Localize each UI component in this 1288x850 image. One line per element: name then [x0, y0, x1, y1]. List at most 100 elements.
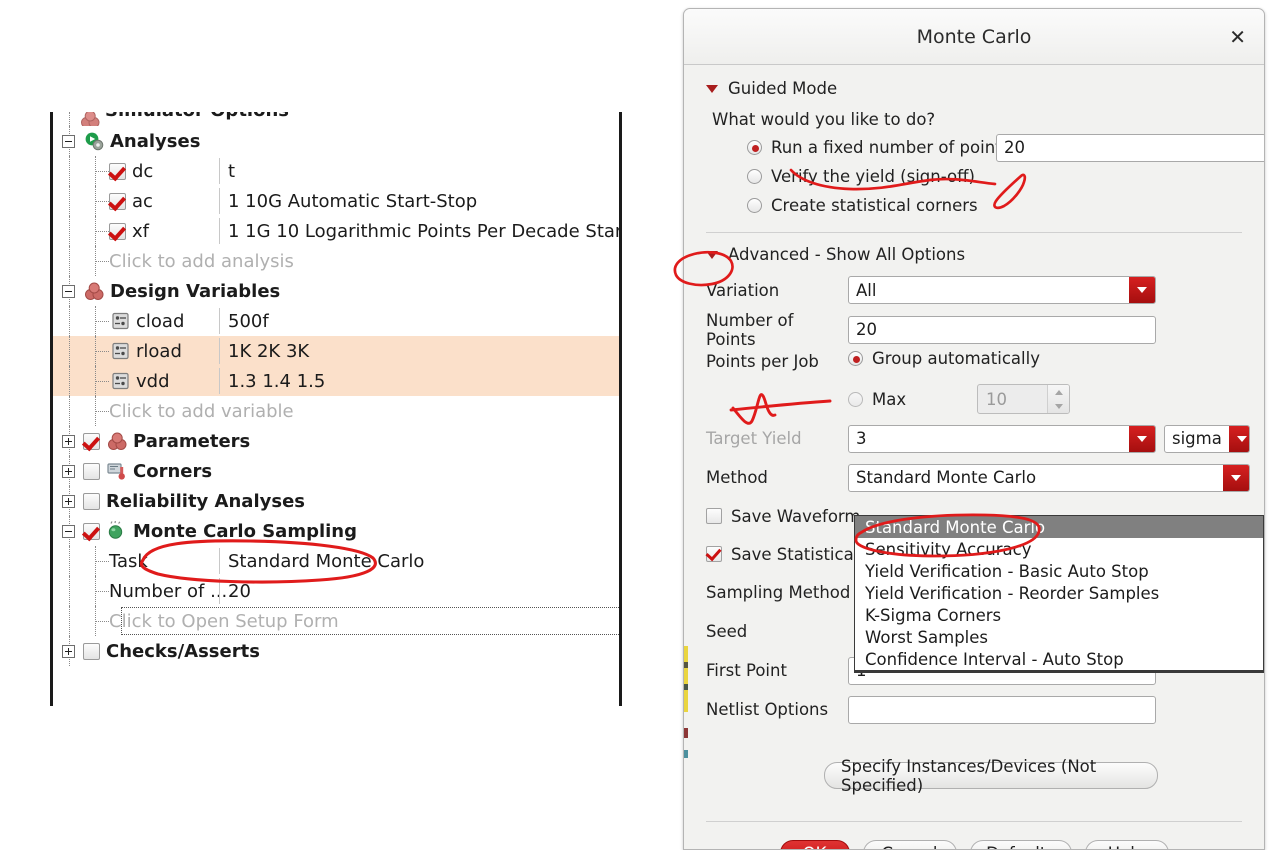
- tree-row-value: 1K 2K 3K: [228, 340, 310, 362]
- radio-icon[interactable]: [747, 169, 762, 184]
- tree-row[interactable]: Task Standard Monte Carlo: [53, 546, 619, 576]
- guided-mode-label: Guided Mode: [728, 79, 838, 98]
- radio-icon[interactable]: [848, 391, 863, 407]
- tree-row-label: Click to add variable: [109, 400, 294, 422]
- stepper-down-icon[interactable]: [1054, 403, 1063, 409]
- save-waveforms-checkbox[interactable]: [706, 508, 722, 524]
- chevron-down-icon[interactable]: [1129, 277, 1155, 303]
- tree-row-label: cload: [136, 310, 185, 332]
- method-option[interactable]: Worst Samples: [855, 626, 1263, 648]
- ok-button[interactable]: OK: [779, 840, 850, 849]
- caret-down-icon[interactable]: [706, 250, 718, 259]
- max-points-stepper[interactable]: 10: [977, 384, 1070, 414]
- column-separator: [219, 188, 220, 214]
- tree-row[interactable]: Corners: [53, 456, 619, 486]
- tree-row[interactable]: xf 1 1G 10 Logarithmic Points Per Decade …: [53, 216, 619, 246]
- tree-row[interactable]: Analyses: [53, 126, 619, 156]
- expand-icon[interactable]: [62, 464, 75, 478]
- tree-row[interactable]: Number of ... 20: [53, 576, 619, 606]
- tree-row[interactable]: Design Variables: [53, 276, 619, 306]
- method-option[interactable]: Yield Verification - Reorder Samples: [855, 582, 1263, 604]
- expand-icon[interactable]: [62, 434, 75, 448]
- caret-down-icon[interactable]: [706, 84, 718, 93]
- guided-mode-section-header[interactable]: Guided Mode: [684, 65, 1264, 104]
- radio-run-fixed-points[interactable]: Run a fixed number of points 20: [684, 133, 1264, 162]
- netlist-options-input[interactable]: [848, 695, 1156, 724]
- tree-row[interactable]: cload 500f: [53, 306, 619, 336]
- max-label: Max: [872, 389, 907, 409]
- sampling-method-label: Sampling Method: [706, 583, 851, 602]
- monte-carlo-dialog[interactable]: Monte Carlo ✕ Guided Mode What would you…: [683, 8, 1265, 850]
- tree-row-checkbox[interactable]: [83, 522, 100, 540]
- method-option[interactable]: Sensitivity Accuracy: [855, 538, 1263, 560]
- tree-row-checkbox[interactable]: [109, 192, 126, 210]
- tree-row-label: Checks/Asserts: [106, 640, 260, 662]
- radio-icon[interactable]: [747, 140, 762, 155]
- radio-verify-yield[interactable]: Verify the yield (sign-off): [684, 162, 1264, 191]
- tree-row[interactable]: Click to add variable: [53, 396, 619, 426]
- tree-row-label: Simulator Options: [105, 112, 289, 121]
- target-yield-row: Target Yield 3 sigma: [684, 419, 1264, 458]
- save-statistical-checkbox[interactable]: [706, 546, 722, 562]
- tree-row[interactable]: ac 1 10G Automatic Start-Stop: [53, 186, 619, 216]
- tree-row[interactable]: Reliability Analyses: [53, 486, 619, 516]
- chevron-down-icon[interactable]: [1228, 425, 1249, 452]
- tree-row[interactable]: Monte Carlo Sampling: [53, 516, 619, 546]
- chevron-down-icon[interactable]: [1223, 464, 1249, 491]
- tree-row[interactable]: rload 1K 2K 3K: [53, 336, 619, 366]
- collapse-icon[interactable]: [62, 284, 75, 298]
- method-option[interactable]: Standard Monte Carlo: [855, 516, 1263, 538]
- tree-row-checkbox[interactable]: [83, 492, 100, 510]
- max-points-value: 10: [986, 389, 1007, 409]
- tree-row-checkbox[interactable]: [109, 222, 126, 240]
- radio-icon[interactable]: [747, 198, 762, 213]
- tree-row-value: Standard Monte Carlo: [228, 550, 425, 572]
- variable-item-icon: [109, 341, 131, 361]
- expand-icon[interactable]: [62, 644, 75, 658]
- tree-row-checkbox[interactable]: [83, 432, 100, 450]
- tree-row-clipped[interactable]: Simulator Options: [53, 112, 619, 126]
- guided-question: What would you like to do?: [712, 110, 936, 129]
- analysis-tree-panel[interactable]: Simulator Options Analyses dc t ac 1 10G Auto…: [50, 112, 622, 706]
- specify-instances-button[interactable]: Specify Instances/Devices (Not Specified…: [824, 757, 1158, 795]
- tree-row[interactable]: Click to add analysis: [53, 246, 619, 276]
- target-yield-select[interactable]: 3: [848, 424, 1156, 453]
- tree-row[interactable]: dc t: [53, 156, 619, 186]
- stepper-buttons[interactable]: [1047, 385, 1069, 413]
- method-option[interactable]: Yield Verification - Basic Auto Stop: [855, 560, 1263, 582]
- method-option[interactable]: K-Sigma Corners: [855, 604, 1263, 626]
- target-yield-unit-select[interactable]: sigma: [1164, 424, 1250, 453]
- cancel-button[interactable]: Cancel: [862, 840, 957, 849]
- radio-label: Create statistical corners: [771, 196, 978, 215]
- radio-create-statistical-corners[interactable]: Create statistical corners: [684, 191, 1264, 220]
- close-icon[interactable]: ✕: [1229, 27, 1246, 47]
- expand-icon[interactable]: [62, 494, 75, 508]
- tree-row-label: xf: [132, 220, 149, 242]
- tree-row-checkbox[interactable]: [83, 642, 100, 660]
- variation-select[interactable]: All: [848, 276, 1156, 304]
- tree-row-label: Parameters: [133, 430, 251, 452]
- montecarlo-icon: [106, 521, 128, 541]
- fixed-points-input[interactable]: 20: [996, 133, 1264, 162]
- tree-row[interactable]: vdd 1.3 1.4 1.5: [53, 366, 619, 396]
- defaults-button[interactable]: Defaults: [969, 840, 1072, 849]
- advanced-section-header[interactable]: Advanced - Show All Options: [684, 233, 1264, 270]
- method-option[interactable]: Confidence Interval - Auto Stop: [855, 648, 1263, 670]
- method-dropdown-list[interactable]: Standard Monte Carlo Sensitivity Accuracy…: [854, 515, 1264, 673]
- target-yield-value: 3: [856, 429, 867, 448]
- number-of-points-input[interactable]: 20: [848, 315, 1156, 344]
- tree-row-checkbox[interactable]: [109, 162, 126, 180]
- stepper-up-icon[interactable]: [1054, 389, 1063, 395]
- method-select[interactable]: Standard Monte Carlo: [848, 463, 1250, 492]
- tree-row[interactable]: Checks/Asserts: [53, 636, 619, 666]
- collapse-icon[interactable]: [62, 524, 75, 538]
- collapse-icon[interactable]: [62, 134, 75, 148]
- radio-icon[interactable]: [848, 351, 863, 366]
- column-separator: [219, 158, 220, 184]
- tree-row-checkbox[interactable]: [83, 462, 100, 480]
- tree-row[interactable]: Parameters: [53, 426, 619, 456]
- help-button[interactable]: Help: [1084, 840, 1169, 849]
- number-of-points-label: Number of Points: [706, 310, 794, 349]
- chevron-down-icon[interactable]: [1129, 425, 1155, 452]
- tree-row[interactable]: Click to Open Setup Form: [53, 606, 619, 636]
